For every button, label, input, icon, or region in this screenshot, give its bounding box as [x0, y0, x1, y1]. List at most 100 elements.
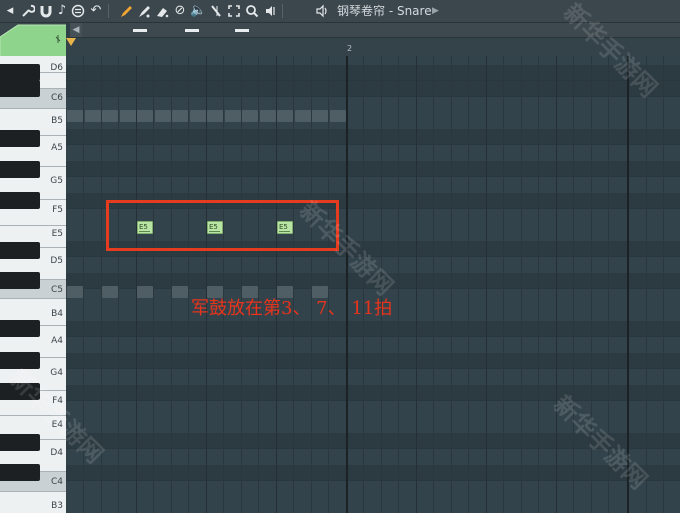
key-label: G5	[50, 176, 63, 186]
wrench-icon[interactable]	[20, 2, 36, 20]
pencil-icon[interactable]	[118, 2, 134, 20]
channel-speaker-icon[interactable]	[314, 2, 330, 20]
note-icon[interactable]: ♪	[54, 2, 70, 20]
step-line	[646, 56, 647, 513]
step-line	[153, 56, 154, 513]
ghost-note	[295, 110, 311, 122]
key-label: C4	[50, 477, 63, 487]
step-line	[258, 56, 259, 513]
key-label: B3	[51, 501, 63, 511]
beat-line	[486, 56, 487, 513]
zoom-handle[interactable]	[133, 29, 147, 32]
piano-key-a#4[interactable]	[0, 320, 40, 337]
ghost-note	[137, 286, 153, 298]
annotation-caption: 军鼓放在第3、 7、 11拍	[191, 298, 393, 319]
key-label: C6	[50, 93, 63, 103]
stamp-icon[interactable]	[70, 2, 86, 20]
step-line	[328, 56, 329, 513]
ghost-note	[242, 110, 258, 122]
step-line	[293, 56, 294, 513]
step-line	[118, 56, 119, 513]
speaker-icon[interactable]: 🔈	[190, 2, 206, 20]
ghost-note	[260, 110, 276, 122]
bar-number: 2	[347, 44, 353, 53]
step-line	[663, 56, 664, 513]
key-label: B4	[51, 309, 63, 319]
ghost-note	[137, 110, 153, 122]
beat-line	[416, 56, 417, 513]
piano-key-d#6[interactable]	[0, 64, 40, 81]
piano-key-d#4[interactable]	[0, 434, 40, 451]
piano-key-d#5[interactable]	[0, 242, 40, 259]
ghost-note	[172, 110, 188, 122]
grid-row	[66, 353, 680, 369]
bar-line	[346, 56, 348, 513]
piano-key-c#4[interactable]	[0, 464, 40, 481]
eraser-icon[interactable]	[154, 2, 170, 20]
ghost-note	[190, 110, 206, 122]
key-label: G4	[50, 368, 63, 378]
step-line	[433, 56, 434, 513]
magnet-icon[interactable]	[38, 2, 54, 20]
zoom-handle[interactable]	[235, 29, 249, 32]
ghost-note	[67, 286, 83, 298]
ghost-note	[172, 286, 188, 298]
grid-row	[66, 129, 680, 145]
ghost-note	[102, 110, 118, 122]
ghost-note	[102, 286, 118, 298]
grid-row	[66, 321, 680, 337]
step-line	[241, 56, 242, 513]
window-title: 钢琴卷帘 - Snare	[337, 4, 432, 18]
grid-row	[66, 161, 680, 177]
key-label: D6	[50, 63, 63, 73]
ghost-note	[312, 110, 328, 122]
ghost-note	[277, 110, 293, 122]
step-line	[468, 56, 469, 513]
playhead-marker[interactable]	[66, 38, 76, 46]
brush-icon[interactable]	[136, 2, 152, 20]
piano-key-c#5[interactable]	[0, 272, 40, 289]
grid-row	[66, 65, 680, 81]
step-line	[223, 56, 224, 513]
beat-line	[276, 56, 277, 513]
piano-key-a#5[interactable]	[0, 130, 40, 147]
menu-arrow-icon[interactable]: ◂	[2, 2, 18, 20]
key-label: A4	[51, 336, 63, 346]
scroll-left-arrow-icon[interactable]: ◀	[70, 23, 82, 37]
piano-key-g#5[interactable]	[0, 161, 40, 178]
key-label: D5	[50, 256, 63, 266]
grid-row	[66, 81, 680, 97]
ghost-note	[225, 110, 241, 122]
ghost-note	[155, 110, 171, 122]
zoom-icon[interactable]	[244, 2, 260, 20]
ghost-note	[120, 110, 136, 122]
grid-row	[66, 465, 680, 481]
ghost-note	[67, 110, 83, 122]
ghost-note	[330, 110, 346, 122]
title-menu-arrow-icon[interactable]: ▶	[432, 3, 439, 19]
piano-keyboard[interactable]: D6 C6 B5 A5 G5 F5 E5 D5 C5 B4 A4 G4 F4 E…	[0, 56, 66, 513]
slice-icon[interactable]	[208, 2, 224, 20]
key-label: A5	[51, 143, 63, 153]
beat-line	[206, 56, 207, 513]
mute-icon[interactable]: ⊘	[172, 2, 188, 20]
ghost-note	[85, 110, 101, 122]
key-label: D4	[50, 448, 63, 458]
undo-icon[interactable]: ↶	[88, 2, 104, 20]
step-line	[521, 56, 522, 513]
zoom-handle[interactable]	[185, 29, 199, 32]
piano-key-f#5[interactable]	[0, 192, 40, 209]
playback-icon[interactable]	[262, 2, 278, 20]
step-line	[311, 56, 312, 513]
step-line	[398, 56, 399, 513]
piano-key-c#6[interactable]	[0, 80, 40, 97]
step-line	[573, 56, 574, 513]
key-label: F5	[52, 205, 63, 215]
step-line	[503, 56, 504, 513]
select-icon[interactable]	[226, 2, 242, 20]
step-line	[451, 56, 452, 513]
ghost-note	[207, 110, 223, 122]
beat-line	[136, 56, 137, 513]
piano-roll-tab-icon[interactable]	[0, 23, 68, 56]
key-label: B5	[51, 116, 63, 126]
